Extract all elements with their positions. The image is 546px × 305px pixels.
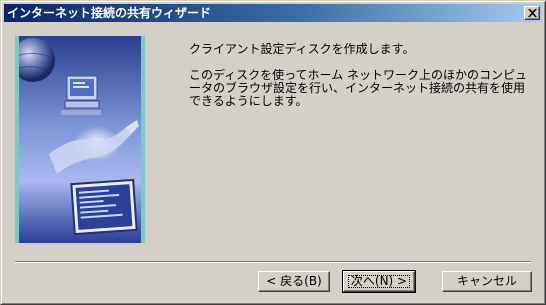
wizard-illustration <box>19 36 141 243</box>
close-icon <box>528 9 537 17</box>
close-button[interactable] <box>524 6 540 20</box>
wizard-side-panel <box>15 36 145 243</box>
cancel-button[interactable]: キャンセル <box>442 271 532 292</box>
button-separator <box>15 261 531 263</box>
next-button[interactable]: 次へ(N) > <box>342 270 416 293</box>
title-bar[interactable]: インターネット接続の共有ウィザード <box>4 4 542 22</box>
wizard-description: このディスクを使ってホーム ネットワーク上のほかのコンピュータのブラウザ設定を行… <box>189 68 528 108</box>
back-button-label: < 戻る(B) <box>266 274 322 288</box>
cancel-button-label: キャンセル <box>456 274 517 288</box>
back-button[interactable]: < 戻る(B) <box>258 271 330 292</box>
monitor-screen-icon <box>70 178 138 236</box>
wizard-window: インターネット接続の共有ウィザード クライアント設定ディスクを作成します。 この… <box>0 0 546 305</box>
window-title: インターネット接続の共有ウィザード <box>7 6 212 20</box>
wizard-content: クライアント設定ディスクを作成します。 このディスクを使ってホーム ネットワーク… <box>189 42 529 108</box>
next-button-label: 次へ(N) > <box>350 274 408 288</box>
wizard-heading: クライアント設定ディスクを作成します。 <box>189 42 415 56</box>
